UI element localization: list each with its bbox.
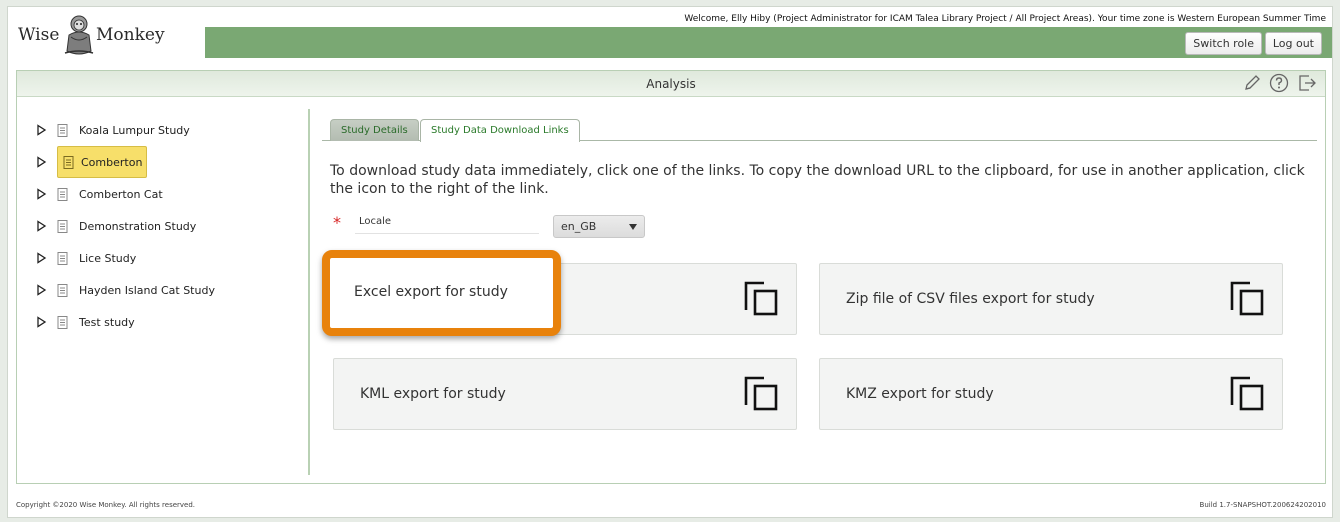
copy-icon[interactable]	[1230, 280, 1266, 316]
study-document-icon	[57, 187, 68, 201]
exit-icon[interactable]	[1297, 73, 1317, 93]
logo-text-right: Monkey	[96, 25, 165, 45]
expand-triangle-icon[interactable]	[35, 220, 47, 232]
panel-header-icons	[1243, 73, 1317, 93]
tab-bar: Study Details Study Data Download Links	[322, 115, 1317, 142]
analysis-panel: Analysis Koala Lumpur Study Comberton Co…	[16, 70, 1326, 484]
study-document-icon	[57, 123, 68, 137]
sidebar-divider[interactable]	[308, 109, 310, 475]
study-document-icon	[57, 283, 68, 297]
app-window: Wise Monkey Welcome, Elly Hiby (Project …	[7, 6, 1333, 518]
locale-selected-value: en_GB	[561, 220, 597, 233]
expand-triangle-icon[interactable]	[35, 188, 47, 200]
tree-item-koala-lumpur-study[interactable]: Koala Lumpur Study	[35, 115, 194, 145]
copyright-text: Copyright ©2020 Wise Monkey. All rights …	[16, 501, 196, 509]
tree-item-lice-study[interactable]: Lice Study	[35, 243, 140, 273]
required-asterisk: *	[333, 213, 341, 232]
study-document-icon	[57, 315, 68, 329]
expand-triangle-icon[interactable]	[35, 284, 47, 296]
panel-title: Analysis	[646, 77, 696, 91]
welcome-message: Welcome, Elly Hiby (Project Administrato…	[684, 14, 1326, 24]
tree-item-label: Comberton	[81, 155, 143, 169]
zip-csv-export-card[interactable]: Zip file of CSV files export for study	[819, 263, 1283, 335]
tree-item-label: Test study	[79, 315, 135, 329]
monkey-logo-icon	[64, 15, 94, 55]
chevron-down-icon	[629, 224, 637, 230]
tree-item-label: Lice Study	[79, 251, 137, 265]
tree-item-label: Demonstration Study	[79, 219, 197, 233]
log-out-button[interactable]: Log out	[1264, 32, 1322, 55]
copy-icon[interactable]	[1230, 375, 1266, 411]
tree-item-hayden-island-cat-study[interactable]: Hayden Island Cat Study	[35, 275, 219, 305]
tree-item-label: Koala Lumpur Study	[79, 123, 190, 137]
study-tree: Koala Lumpur Study Comberton Comberton C…	[17, 101, 302, 471]
kmz-export-link[interactable]: KMZ export for study	[846, 386, 994, 402]
tab-study-data-download-links[interactable]: Study Data Download Links	[420, 119, 580, 142]
panel-header: Analysis	[17, 71, 1325, 97]
locale-underline	[355, 233, 539, 234]
header-bar	[205, 27, 1332, 58]
kmz-export-card[interactable]: KMZ export for study	[819, 358, 1283, 430]
logo-text-left: Wise	[18, 25, 60, 45]
wise-monkey-logo[interactable]: Wise Monkey	[16, 13, 176, 67]
help-icon[interactable]	[1269, 73, 1289, 93]
tree-item-comberton-cat[interactable]: Comberton Cat	[35, 179, 167, 209]
kml-export-link[interactable]: KML export for study	[360, 386, 506, 402]
copy-icon[interactable]	[744, 375, 780, 411]
tree-item-test-study[interactable]: Test study	[35, 307, 139, 337]
expand-triangle-icon[interactable]	[35, 124, 47, 136]
locale-label: Locale	[359, 216, 392, 227]
excel-export-link[interactable]: Excel export for study	[354, 284, 508, 300]
switch-role-button[interactable]: Switch role	[1185, 32, 1262, 55]
build-version-text: Build 1.7-SNAPSHOT.200624202010	[1199, 501, 1326, 509]
excel-export-highlight[interactable]: Excel export for study	[322, 250, 561, 336]
tree-item-demonstration-study[interactable]: Demonstration Study	[35, 211, 200, 241]
study-document-icon	[57, 219, 68, 233]
tab-study-details[interactable]: Study Details	[330, 119, 419, 141]
locale-select[interactable]: en_GB	[553, 215, 645, 238]
expand-triangle-icon[interactable]	[35, 316, 47, 328]
expand-triangle-icon[interactable]	[35, 156, 47, 168]
tree-item-label: Hayden Island Cat Study	[79, 283, 215, 297]
zip-csv-export-link[interactable]: Zip file of CSV files export for study	[846, 291, 1095, 307]
copy-icon[interactable]	[744, 280, 780, 316]
pencil-icon[interactable]	[1243, 74, 1261, 92]
tree-item-comberton[interactable]: Comberton	[35, 146, 148, 178]
instructions-text: To download study data immediately, clic…	[330, 163, 1305, 197]
study-document-icon	[63, 155, 74, 169]
expand-triangle-icon[interactable]	[35, 252, 47, 264]
locale-field: * Locale en_GB	[333, 213, 653, 239]
selected-item-highlight[interactable]: Comberton	[57, 146, 148, 178]
kml-export-card[interactable]: KML export for study	[333, 358, 797, 430]
tree-item-label: Comberton Cat	[79, 187, 163, 201]
study-document-icon	[57, 251, 68, 265]
